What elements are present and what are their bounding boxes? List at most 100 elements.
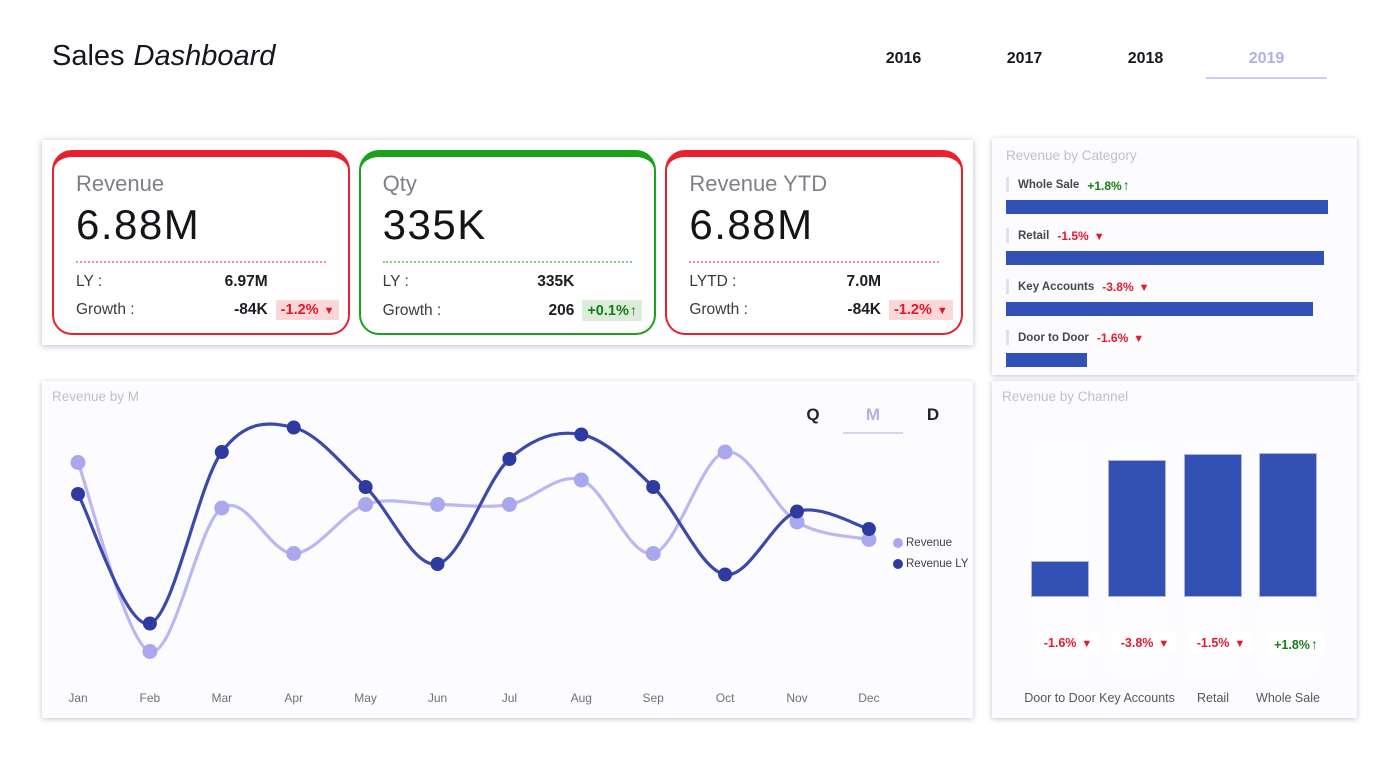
category-bar-retail[interactable] <box>1006 251 1325 265</box>
kpi-row-label: LYTD : <box>689 273 737 290</box>
kpi-row-value: 7.0M <box>846 273 882 290</box>
revenue-point-may[interactable] <box>358 497 374 512</box>
revenue-ly-point-nov[interactable] <box>790 504 804 519</box>
x-axis-label-aug: Aug <box>570 691 592 705</box>
category-label: Door to Door <box>1018 331 1089 344</box>
kpi-row-lytd-: LYTD : 7.0M <box>689 273 939 291</box>
kpi-title: Qty <box>382 171 417 196</box>
revenue-point-feb[interactable] <box>142 644 158 659</box>
channel-bar-door-to-door[interactable] <box>1031 561 1089 597</box>
revenue-point-apr[interactable] <box>286 546 302 561</box>
revenue-point-aug[interactable] <box>573 472 589 488</box>
category-bar-door-to-door[interactable] <box>1006 353 1088 367</box>
down-triangle-icon: ▼ <box>1093 230 1105 243</box>
growth-badge: -1.6% ▼ <box>1096 330 1145 345</box>
legend-label: Revenue <box>906 537 953 549</box>
year-tab-2018[interactable]: 2018 <box>1085 50 1206 79</box>
legend-item-revenue-ly[interactable]: Revenue LY <box>893 558 968 570</box>
kpi-row-label: Growth : <box>382 301 442 319</box>
category-label-row: Key Accounts -3.8% ▼ <box>1006 279 1343 294</box>
revenue-point-sep[interactable] <box>645 546 661 561</box>
channel-bar-retail[interactable] <box>1184 454 1242 597</box>
revenue-by-category-panel: Revenue by Category Whole Sale +1.8%↑ Reta… <box>992 138 1357 375</box>
growth-badge: -3.8% ▼ <box>1102 279 1150 294</box>
channel-panel-title: Revenue by Channel <box>1002 389 1129 404</box>
kpi-row-ly-: LY : 6.97M <box>76 273 326 291</box>
channel-column-retail: -1.5% ▼ <box>1184 445 1253 675</box>
down-triangle-icon: ▼ <box>1081 638 1093 650</box>
x-axis-label-feb: Feb <box>139 691 161 705</box>
revenue-ly-point-aug[interactable] <box>574 427 589 442</box>
revenue-point-jul[interactable] <box>501 497 517 512</box>
sales-dashboard-page: Sales Dashboard 2016 2017 2018 2019 Revenue 6… <box>0 0 1387 757</box>
revenue-ly-point-apr[interactable] <box>286 420 301 435</box>
legend-dot-icon <box>893 538 903 548</box>
up-arrow-icon: ↑ <box>1310 636 1318 652</box>
growth-badge: -1.6% ▼ <box>1036 633 1100 653</box>
category-bar-whole-sale[interactable] <box>1006 200 1328 214</box>
revenue-point-jan[interactable] <box>70 455 86 470</box>
page-title-italic: Dashboard <box>133 40 276 72</box>
channel-column-door-to-door: -1.6% ▼ <box>1031 445 1100 675</box>
growth-badge: -1.5% ▼ <box>1189 633 1253 653</box>
category-row-key-accounts: Key Accounts -3.8% ▼ <box>1006 279 1343 316</box>
kpi-value: 6.88M <box>689 201 814 248</box>
kpi-card-revenue: Revenue 6.88M LY : 6.97M Growth : -84K -1.2% ▼ <box>52 150 350 335</box>
category-bar-key-accounts[interactable] <box>1006 302 1313 316</box>
legend-dot-icon <box>893 559 903 569</box>
down-triangle-icon: ▼ <box>1133 332 1145 345</box>
kpi-divider <box>382 261 633 263</box>
x-axis-label-dec: Dec <box>858 691 880 705</box>
growth-badge: -1.2% ▼ <box>275 300 340 320</box>
category-bars: Whole Sale +1.8%↑ Retail -1.5% ▼ Key Accounts… <box>1006 177 1343 367</box>
x-axis-label-mar: Mar <box>211 691 233 705</box>
revenue-ly-point-dec[interactable] <box>861 522 876 536</box>
revenue-ly-point-feb[interactable] <box>142 616 157 631</box>
category-label-row: Door to Door -1.6% ▼ <box>1006 330 1343 345</box>
revenue-ly-point-sep[interactable] <box>646 480 661 494</box>
kpi-row-growth-: Growth : -84K -1.2% ▼ <box>689 300 953 320</box>
year-tab-2016[interactable]: 2016 <box>843 50 964 79</box>
legend-item-revenue[interactable]: Revenue <box>893 537 968 549</box>
revenue-ly-point-oct[interactable] <box>718 567 733 582</box>
growth-badge: -1.5% ▼ <box>1057 228 1105 243</box>
kpi-row-label: Growth : <box>76 301 135 318</box>
kpi-card-qty: Qty 335K LY : 335K Growth : 206 +0.1%↑ <box>358 150 657 335</box>
revenue-line-chart <box>70 420 877 659</box>
chart-legend: Revenue Revenue LY <box>893 537 968 579</box>
revenue-ly-point-may[interactable] <box>358 480 373 494</box>
revenue-point-oct[interactable] <box>717 444 733 460</box>
category-panel-title: Revenue by Category <box>1006 148 1137 163</box>
legend-label: Revenue LY <box>906 558 969 570</box>
kpi-row-value: 335K <box>537 273 575 290</box>
revenue-point-mar[interactable] <box>214 500 230 516</box>
revenue-by-month-panel: Revenue by M QMD Revenue Revenue LY Jan Fe… <box>42 381 973 718</box>
down-triangle-icon: ▼ <box>1234 638 1246 650</box>
growth-badge: +1.8%↑ <box>1087 176 1130 193</box>
x-axis-label-nov: Nov <box>786 691 808 705</box>
down-triangle-icon: ▼ <box>1138 281 1150 294</box>
kpi-row-growth-: Growth : -84K -1.2% ▼ <box>76 300 340 320</box>
kpi-row-growth-: Growth : 206 +0.1%↑ <box>382 300 642 321</box>
kpi-title: Revenue YTD <box>689 171 828 196</box>
category-row-door-to-door: Door to Door -1.6% ▼ <box>1006 330 1343 367</box>
year-tab-2017[interactable]: 2017 <box>964 50 1085 79</box>
kpi-row-label: Growth : <box>689 301 748 318</box>
revenue-point-jun[interactable] <box>430 497 445 512</box>
revenue-ly-point-jul[interactable] <box>502 452 517 466</box>
channel-bar-key-accounts[interactable] <box>1108 460 1166 597</box>
category-label-row: Whole Sale +1.8%↑ <box>1006 176 1343 193</box>
revenue-ly-point-jun[interactable] <box>430 557 445 571</box>
category-label-row: Retail -1.5% ▼ <box>1006 228 1343 243</box>
growth-badge: -3.8% ▼ <box>1113 633 1177 653</box>
channel-bar-whole-sale[interactable] <box>1259 453 1317 597</box>
page-title: Sales Dashboard <box>52 40 275 73</box>
revenue-ly-point-mar[interactable] <box>214 445 229 459</box>
revenue-ly-point-jan[interactable] <box>71 487 85 501</box>
growth-badge: +1.8%↑ <box>1267 633 1325 655</box>
category-row-retail: Retail -1.5% ▼ <box>1006 228 1343 265</box>
year-tab-2019[interactable]: 2019 <box>1206 50 1327 79</box>
kpi-row-label: LY : <box>76 273 103 290</box>
kpi-title: Revenue <box>76 171 165 196</box>
revenue-ly-line <box>76 422 870 626</box>
